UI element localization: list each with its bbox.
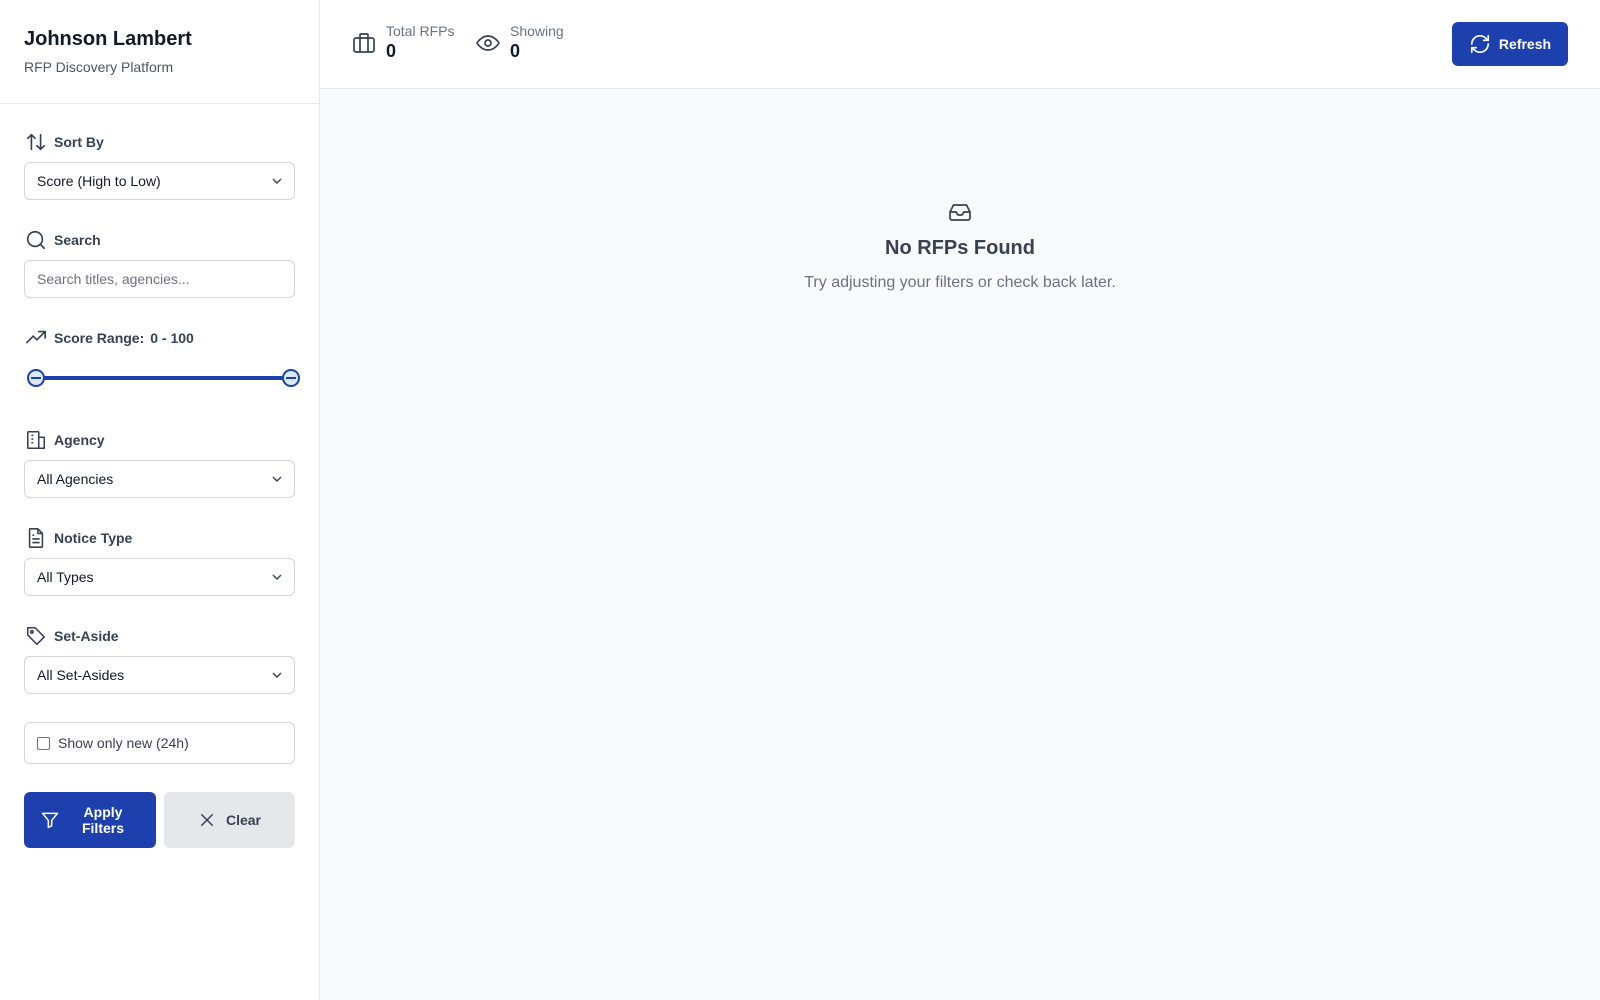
document-icon [24,526,48,550]
apply-filters-button[interactable]: Apply Filters [24,792,156,848]
showing-value: 0 [510,41,521,61]
set-aside-label: Set-Aside [24,624,295,648]
close-icon [200,814,213,826]
score-range-slider[interactable] [24,368,300,388]
search-input[interactable]: Search titles, agencies... [24,260,295,298]
total-rfps-stat: Total RFPs 0 [352,22,454,62]
empty-subtitle: Try adjusting your filters or check back… [804,274,1116,291]
score-range-label: Score Range: 0 - 100 [24,326,295,350]
agency-label: Agency [24,428,295,452]
top-bar: Total RFPs 0 Showing 0 Refresh [320,0,1600,89]
chevron-down-icon [272,178,282,184]
empty-state: No RFPs Found Try adjusting your filters… [320,200,1600,292]
chevron-down-icon [272,476,282,482]
notice-type-select[interactable]: All Types [24,558,295,596]
new-only-checkbox[interactable] [37,736,50,750]
chevron-down-icon [272,574,282,580]
brand-subtitle: RFP Discovery Platform [24,59,174,75]
sort-label: Sort By [24,130,295,154]
filters-panel: Sort By Score (High to Low) Search Searc… [0,130,319,848]
refresh-button[interactable]: Refresh [1452,22,1568,66]
sort-select[interactable]: Score (High to Low) [24,162,295,200]
empty-title: No RFPs Found [885,237,1035,259]
filter-actions: Apply Filters Clear [24,792,295,848]
clear-filters-button[interactable]: Clear [164,792,295,848]
building-icon [24,428,48,452]
briefcase-icon [353,33,375,53]
inbox-icon [949,204,971,221]
filter-icon [41,812,59,829]
search-label: Search [24,228,295,252]
slider-track [36,376,287,380]
slider-thumb-min[interactable] [27,369,45,387]
set-aside-select[interactable]: All Set-Asides [24,656,295,694]
new-only-checkbox-row[interactable]: Show only new (24h) [24,722,295,764]
eye-icon [476,35,500,51]
agency-select[interactable]: All Agencies [24,460,295,498]
tag-icon [24,624,48,648]
total-rfps-value: 0 [386,41,397,61]
search-icon [24,228,48,252]
sidebar: Johnson Lambert RFP Discovery Platform S… [0,0,320,1000]
chevron-down-icon [272,672,282,678]
sort-arrows-icon [24,130,48,154]
brand-header: Johnson Lambert RFP Discovery Platform [0,0,319,104]
trending-up-icon [24,326,48,350]
slider-thumb-max[interactable] [282,369,300,387]
refresh-icon [1470,34,1489,54]
brand-title: Johnson Lambert [24,28,192,50]
notice-type-label: Notice Type [24,526,295,550]
score-range-value: 0 - 100 [150,330,194,346]
showing-stat: Showing 0 [476,22,564,62]
